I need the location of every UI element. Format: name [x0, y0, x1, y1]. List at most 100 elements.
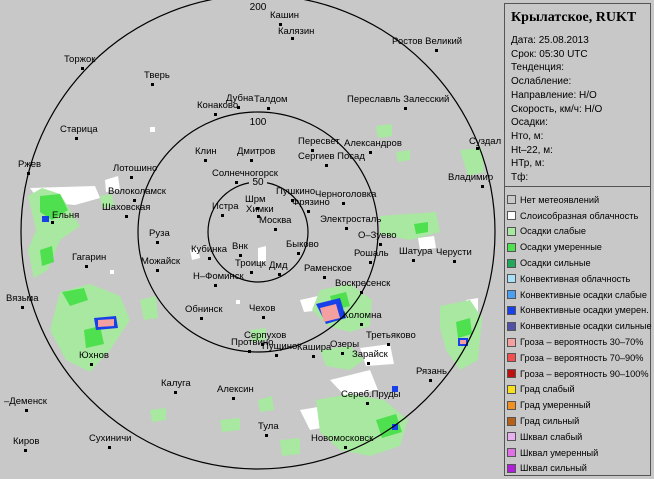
city-label: Чехов — [249, 303, 275, 314]
city-label: Пущино — [262, 341, 297, 352]
station-info-lines: Дата: 25.08.2013 Срок: 05:30 UTC Тенденц… — [511, 34, 644, 185]
city-label: Электросталь — [320, 214, 381, 225]
legend-item: Град сильный — [507, 413, 648, 429]
city-marker — [435, 49, 438, 52]
city-label: Талдом — [254, 94, 288, 105]
legend-label: Шквал сильный — [520, 463, 587, 474]
info-trend: Тенденция: — [511, 62, 565, 74]
city-marker — [85, 265, 88, 268]
legend-item: Осадки умеренные — [507, 239, 648, 255]
city-label: Тула — [258, 421, 279, 432]
legend-label: Осадки слабые — [520, 226, 586, 237]
legend-label: Град умеренный — [520, 400, 591, 411]
city-label: Переславль Залесский — [347, 94, 449, 105]
city-label: Торжок — [64, 54, 96, 65]
range-ring-label: 200 — [250, 2, 267, 13]
legend-label: Нет метеоявлений — [520, 194, 600, 205]
city-marker — [267, 107, 270, 110]
city-marker — [476, 147, 479, 150]
legend-item: Осадки сильные — [507, 255, 648, 271]
city-label: Юхнов — [79, 350, 109, 361]
legend-item: Конвективные осадки умерен. — [507, 303, 649, 319]
legend-swatch — [507, 305, 516, 315]
city-marker — [367, 362, 370, 365]
city-label: Старица — [60, 124, 98, 135]
legend-item: Конвективная облачность — [507, 271, 648, 287]
city-label: О–Зуево — [358, 230, 397, 241]
city-marker — [274, 228, 277, 231]
station-info-box: Крылатское, RUKT Дата: 25.08.2013 Срок: … — [505, 4, 650, 187]
legend: Нет метеоявлений Слоисобразная облачность… — [507, 192, 652, 476]
legend-label: Осадки сильные — [520, 258, 591, 269]
city-label: Кашира — [297, 342, 332, 353]
city-marker — [312, 355, 315, 358]
city-label: Шаховская — [102, 202, 150, 213]
legend-label: Гроза – вероятность 70–90% — [520, 352, 644, 363]
city-label: Сергиев Посад — [298, 151, 365, 162]
city-marker — [51, 221, 54, 224]
legend-swatch — [507, 384, 516, 394]
city-label: Внк — [232, 241, 249, 252]
info-precip: Осадки: — [511, 117, 548, 129]
city-marker — [90, 363, 93, 366]
legend-label: Гроза – вероятность 90–100% — [520, 368, 649, 379]
legend-item: Град умеренный — [507, 397, 648, 413]
city-label: Третьяково — [366, 330, 416, 341]
city-marker — [429, 379, 432, 382]
city-label: Гагарин — [72, 252, 106, 263]
info-speed: Скорость, км/ч: Н/О — [511, 103, 603, 115]
city-label: Рязань — [416, 366, 447, 377]
city-marker — [24, 449, 27, 452]
legend-label: Шквал слабый — [520, 431, 583, 442]
city-label: Пересвет — [298, 136, 340, 147]
city-marker — [342, 202, 345, 205]
city-marker — [204, 159, 207, 162]
city-marker — [151, 83, 154, 86]
city-label: Н–Фоминск — [193, 271, 244, 282]
city-label: Новомосковск — [311, 433, 374, 444]
legend-item: Град слабый — [507, 382, 648, 398]
legend-swatch — [507, 258, 516, 268]
legend-label: Конвективные осадки сильные — [520, 321, 652, 332]
city-label: Тверь — [144, 70, 170, 81]
range-ring-label: 100 — [250, 117, 267, 128]
city-label: Суздаль — [469, 136, 501, 147]
city-label: Воскресенск — [335, 278, 391, 289]
legend-swatch — [507, 321, 516, 331]
city-marker — [250, 271, 253, 274]
city-marker — [262, 316, 265, 319]
city-label: Троицк — [235, 258, 267, 269]
city-label: Быково — [286, 239, 319, 250]
city-marker — [481, 185, 484, 188]
info-direction: Направление: Н/О — [511, 89, 597, 101]
city-marker — [278, 273, 281, 276]
side-panel: Крылатское, RUKT Дата: 25.08.2013 Срок: … — [504, 3, 652, 476]
city-label: Раменское — [304, 263, 352, 274]
legend-item: Шквал умеренный — [507, 445, 648, 461]
city-marker — [21, 306, 24, 309]
legend-swatch — [507, 353, 516, 363]
city-label: Москва — [259, 215, 292, 226]
legend-swatch — [507, 211, 516, 221]
city-label: Ростов Великий — [392, 36, 462, 47]
city-marker — [214, 284, 217, 287]
city-marker — [379, 243, 382, 246]
city-label: Кубинка — [191, 244, 228, 255]
city-marker — [174, 391, 177, 394]
legend-swatch — [507, 274, 516, 284]
city-label: Можайск — [141, 256, 181, 267]
city-label: Кашин — [270, 10, 299, 21]
city-label: Фрязино — [292, 197, 330, 208]
city-marker — [130, 176, 133, 179]
city-marker — [360, 323, 363, 326]
legend-label: Град слабый — [520, 384, 575, 395]
legend-label: Град сильный — [520, 416, 580, 427]
legend-swatch — [507, 463, 516, 473]
city-marker — [156, 241, 159, 244]
city-marker — [387, 343, 390, 346]
legend-item: Гроза – вероятность 30–70% — [507, 334, 648, 350]
city-marker — [239, 254, 242, 257]
legend-item: Гроза – вероятность 70–90% — [507, 350, 648, 366]
legend-item: Гроза – вероятность 90–100% — [507, 366, 649, 382]
city-label: Александров — [344, 138, 402, 149]
